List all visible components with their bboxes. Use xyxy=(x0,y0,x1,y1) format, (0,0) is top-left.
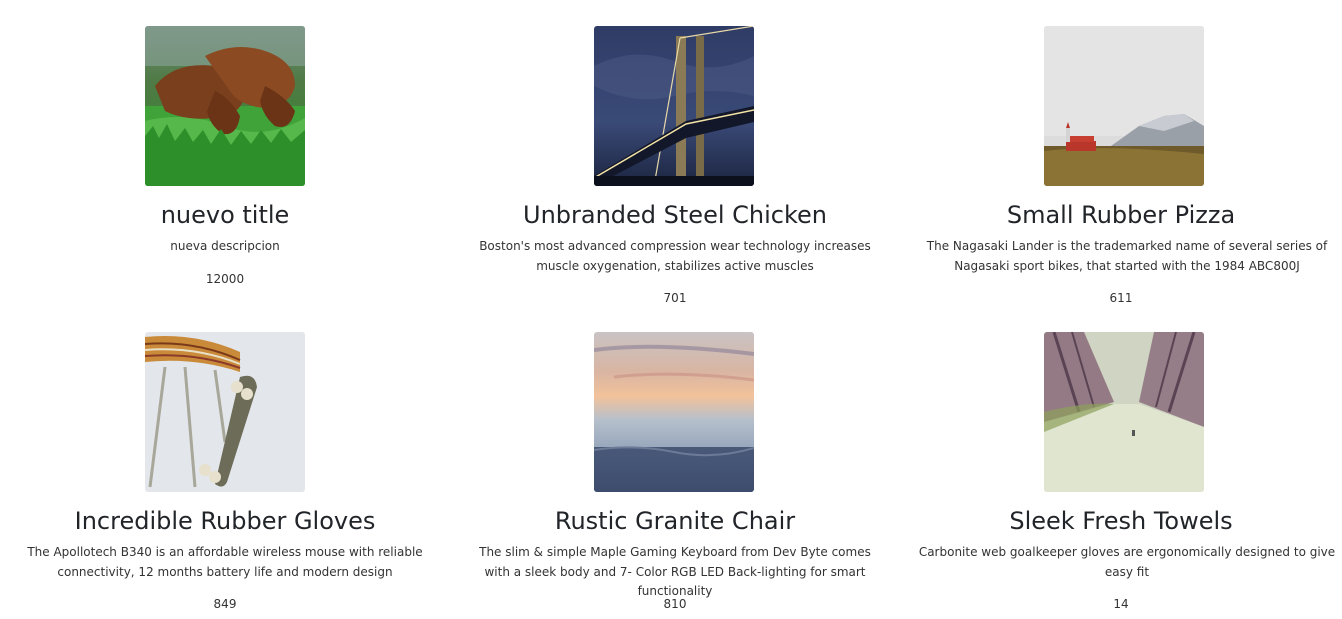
product-price: 701 xyxy=(663,291,687,305)
product-description: Carbonite web goalkeeper gloves are ergo… xyxy=(918,545,1336,579)
product-card[interactable]: Incredible Rubber Gloves The Apollotech … xyxy=(0,306,450,619)
product-image[interactable] xyxy=(1044,26,1204,186)
misty-sea-sunset-photo xyxy=(594,332,754,492)
product-image[interactable] xyxy=(1044,332,1204,492)
product-price: 12000 xyxy=(205,272,245,286)
product-description: The Apollotech B340 is an affordable wir… xyxy=(27,545,423,579)
tree-lined-road-photo xyxy=(1044,332,1204,492)
product-card[interactable]: Sleek Fresh Towels Carbonite web goalkee… xyxy=(900,306,1342,619)
product-card[interactable]: Small Rubber Pizza The Nagasaki Lander i… xyxy=(900,0,1342,306)
dogs-in-grass-photo xyxy=(145,26,305,186)
product-title[interactable]: nuevo title xyxy=(0,199,450,231)
product-card[interactable]: nuevo title nueva descripcion 12000 xyxy=(0,0,450,306)
product-price: 810 xyxy=(663,597,687,611)
skateboard-and-stool-photo xyxy=(145,332,305,492)
product-description: Boston's most advanced compression wear … xyxy=(479,239,871,273)
product-description: The Nagasaki Lander is the trademarked n… xyxy=(926,239,1328,273)
product-title[interactable]: Unbranded Steel Chicken xyxy=(450,199,900,231)
product-price: 14 xyxy=(1113,597,1129,611)
product-description: nueva descripcion xyxy=(170,239,280,253)
product-image[interactable] xyxy=(145,332,305,492)
church-and-mountain-photo xyxy=(1044,26,1204,186)
product-card[interactable]: Unbranded Steel Chicken Boston's most ad… xyxy=(450,0,900,306)
product-description: The slim & simple Maple Gaming Keyboard … xyxy=(479,545,871,598)
product-price: 849 xyxy=(213,597,237,611)
product-image[interactable] xyxy=(594,332,754,492)
product-grid: nuevo title nueva descripcion 12000 Unbr… xyxy=(0,0,1342,619)
product-image[interactable] xyxy=(594,26,754,186)
bridge-at-night-photo xyxy=(594,26,754,186)
product-image[interactable] xyxy=(145,26,305,186)
product-title[interactable]: Sleek Fresh Towels xyxy=(900,505,1342,537)
product-card[interactable]: Rustic Granite Chair The slim & simple M… xyxy=(450,306,900,619)
product-title[interactable]: Rustic Granite Chair xyxy=(450,505,900,537)
product-price: 611 xyxy=(1109,291,1133,305)
product-title[interactable]: Incredible Rubber Gloves xyxy=(0,505,450,537)
product-title[interactable]: Small Rubber Pizza xyxy=(900,199,1342,231)
